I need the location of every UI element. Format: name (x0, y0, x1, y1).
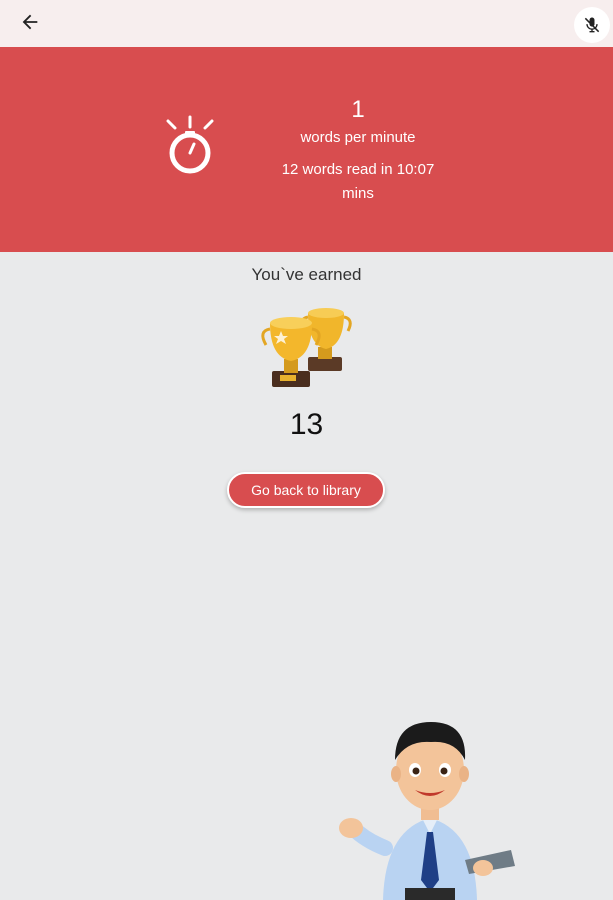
earned-score: 13 (289, 408, 324, 441)
reading-summary-line1: 12 words read in 10:07 (281, 161, 435, 178)
reading-stats: 1 words per minute 12 words read in 10:0… (258, 95, 458, 206)
trophies-icon (261, 308, 352, 387)
top-bar (0, 0, 613, 47)
go-back-to-library-button[interactable]: Go back to library (227, 472, 385, 508)
arrow-left-icon (22, 14, 38, 30)
boy-mascot-illustration (339, 722, 515, 900)
back-button[interactable] (16, 8, 44, 36)
earned-label: You`ve earned (251, 265, 362, 284)
mute-mic-button[interactable] (574, 7, 610, 43)
microphone-off-icon (584, 17, 600, 33)
words-per-minute-value: 1 (351, 96, 365, 123)
reading-summary: 12 words read in 10:07 mins (258, 158, 458, 206)
results-banner: 1 words per minute 12 words read in 10:0… (0, 47, 613, 252)
words-per-minute-label: words per minute (300, 129, 416, 146)
reading-summary-line2: mins (342, 185, 374, 202)
stopwatch-icon (166, 115, 214, 174)
